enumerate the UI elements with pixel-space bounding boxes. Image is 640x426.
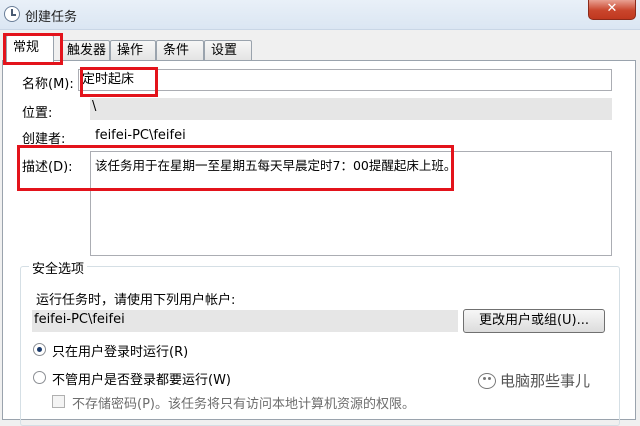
change-user-button[interactable]: 更改用户或组(U)...: [463, 309, 605, 333]
tab-general[interactable]: 常规: [6, 35, 54, 62]
radio-logged-on-label[interactable]: 只在用户登录时运行(R): [52, 341, 188, 360]
name-label: 名称(M):: [22, 77, 74, 92]
watermark-text: 电脑那些事儿: [500, 372, 591, 390]
no-store-password-checkbox[interactable]: [52, 395, 65, 408]
close-button[interactable]: ✕: [588, 0, 636, 20]
run-as-label: 运行任务时，请使用下列用户帐户:: [36, 293, 236, 308]
name-input[interactable]: 定时起床: [78, 69, 612, 91]
tab-conditions[interactable]: 条件: [156, 40, 204, 61]
wechat-icon: [478, 373, 496, 389]
radio-whether-logged-label[interactable]: 不管用户是否登录都要运行(W): [52, 369, 231, 388]
task-scheduler-icon: [4, 6, 20, 22]
window-title: 创建任务: [25, 10, 78, 25]
description-label: 描述(D):: [22, 160, 73, 175]
description-textarea[interactable]: 该任务用于在星期一至星期五每天早晨定时7：00提醒起床上班。: [90, 151, 612, 256]
location-label: 位置:: [22, 106, 53, 121]
title-bar: 创建任务 ✕: [0, 0, 640, 30]
location-field: \: [90, 98, 612, 120]
tab-settings[interactable]: 设置: [204, 40, 252, 61]
tab-triggers[interactable]: 触发器: [60, 40, 110, 61]
description-value: 该任务用于在星期一至星期五每天早晨定时7：00提醒起床上班。: [95, 158, 457, 173]
radio-whether-logged[interactable]: [33, 371, 46, 384]
tab-strip: 常规 触发器 操作 条件 设置: [0, 35, 640, 62]
author-label: 创建者:: [22, 132, 66, 147]
account-value: feifei-PC\feifei: [34, 312, 125, 327]
author-value: feifei-PC\feifei: [95, 128, 186, 143]
radio-logged-on[interactable]: [33, 343, 46, 356]
account-field: feifei-PC\feifei: [32, 310, 458, 332]
no-store-password-label[interactable]: 不存储密码(P)。该任务将只有访问本地计算机资源的权限。: [72, 393, 415, 412]
location-value: \: [92, 99, 97, 114]
security-options-title: 安全选项: [29, 258, 88, 277]
tab-actions[interactable]: 操作: [110, 40, 156, 61]
name-value: 定时起床: [82, 72, 135, 87]
